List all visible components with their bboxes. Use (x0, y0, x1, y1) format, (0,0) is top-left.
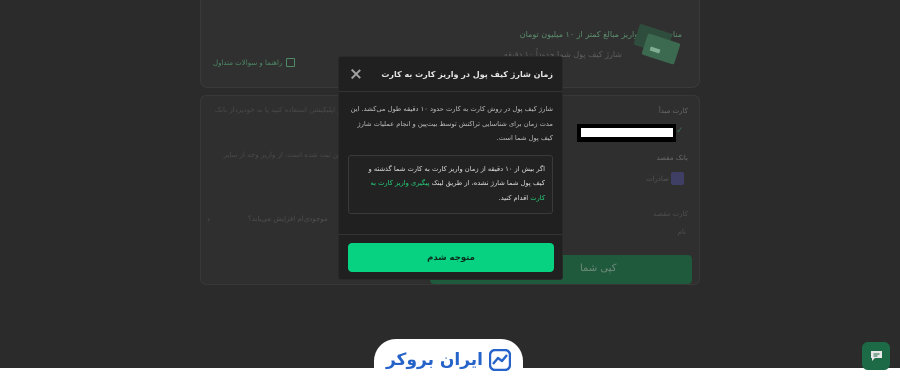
modal-title: زمان شارژ کیف پول در واریز کارت به کارت (381, 69, 553, 79)
note-text-after: اقدام کنید. (498, 193, 531, 202)
origin-card-label: کارت مبدأ (658, 107, 688, 115)
close-icon[interactable] (349, 67, 363, 81)
modal-divider (339, 234, 562, 235)
cards-illustration-icon (634, 24, 681, 65)
confirm-button[interactable]: متوجه شدم (348, 243, 554, 272)
modal-note: اگر بیش از ۱۰ دقیقه از زمان واریز کارت ب… (348, 154, 553, 214)
faq-question[interactable]: موجودی‌ام افزایش می‌یابد؟ (248, 215, 328, 223)
brand-logo-text: ایران بروکر (385, 350, 484, 370)
chat-button[interactable] (862, 342, 890, 370)
copy-button-label: کپی شما (580, 263, 617, 274)
chevron-left-icon: ‹ (207, 215, 211, 224)
bank-logo-icon (671, 172, 684, 185)
faq-link[interactable]: راهنما و سوالات متداول (213, 58, 296, 67)
modal-description: شارژ کیف پول در روش کارت به کارت حدود ۱۰… (350, 105, 553, 142)
origin-card-value (581, 128, 673, 137)
brand-logo[interactable]: ایران بروکر (374, 339, 523, 381)
dest-card-label: کارت مقصد (653, 210, 688, 218)
modal-header: زمان شارژ کیف پول در واریز کارت به کارت (339, 57, 562, 92)
dest-bank-name: صادرات (645, 175, 669, 183)
modal-body: شارژ کیف پول در روش کارت به کارت حدود ۱۰… (339, 92, 562, 214)
faq-link-label: راهنما و سوالات متداول (213, 58, 283, 67)
faq-icon (286, 58, 296, 67)
charge-time-modal: زمان شارژ کیف پول در واریز کارت به کارت … (338, 56, 563, 280)
chat-icon (870, 351, 882, 361)
dest-card-value: نام (677, 228, 686, 236)
check-icon: ✓ (676, 126, 684, 136)
dest-bank-label: بانک مقصد (656, 154, 688, 162)
brand-mark-icon (489, 349, 512, 371)
